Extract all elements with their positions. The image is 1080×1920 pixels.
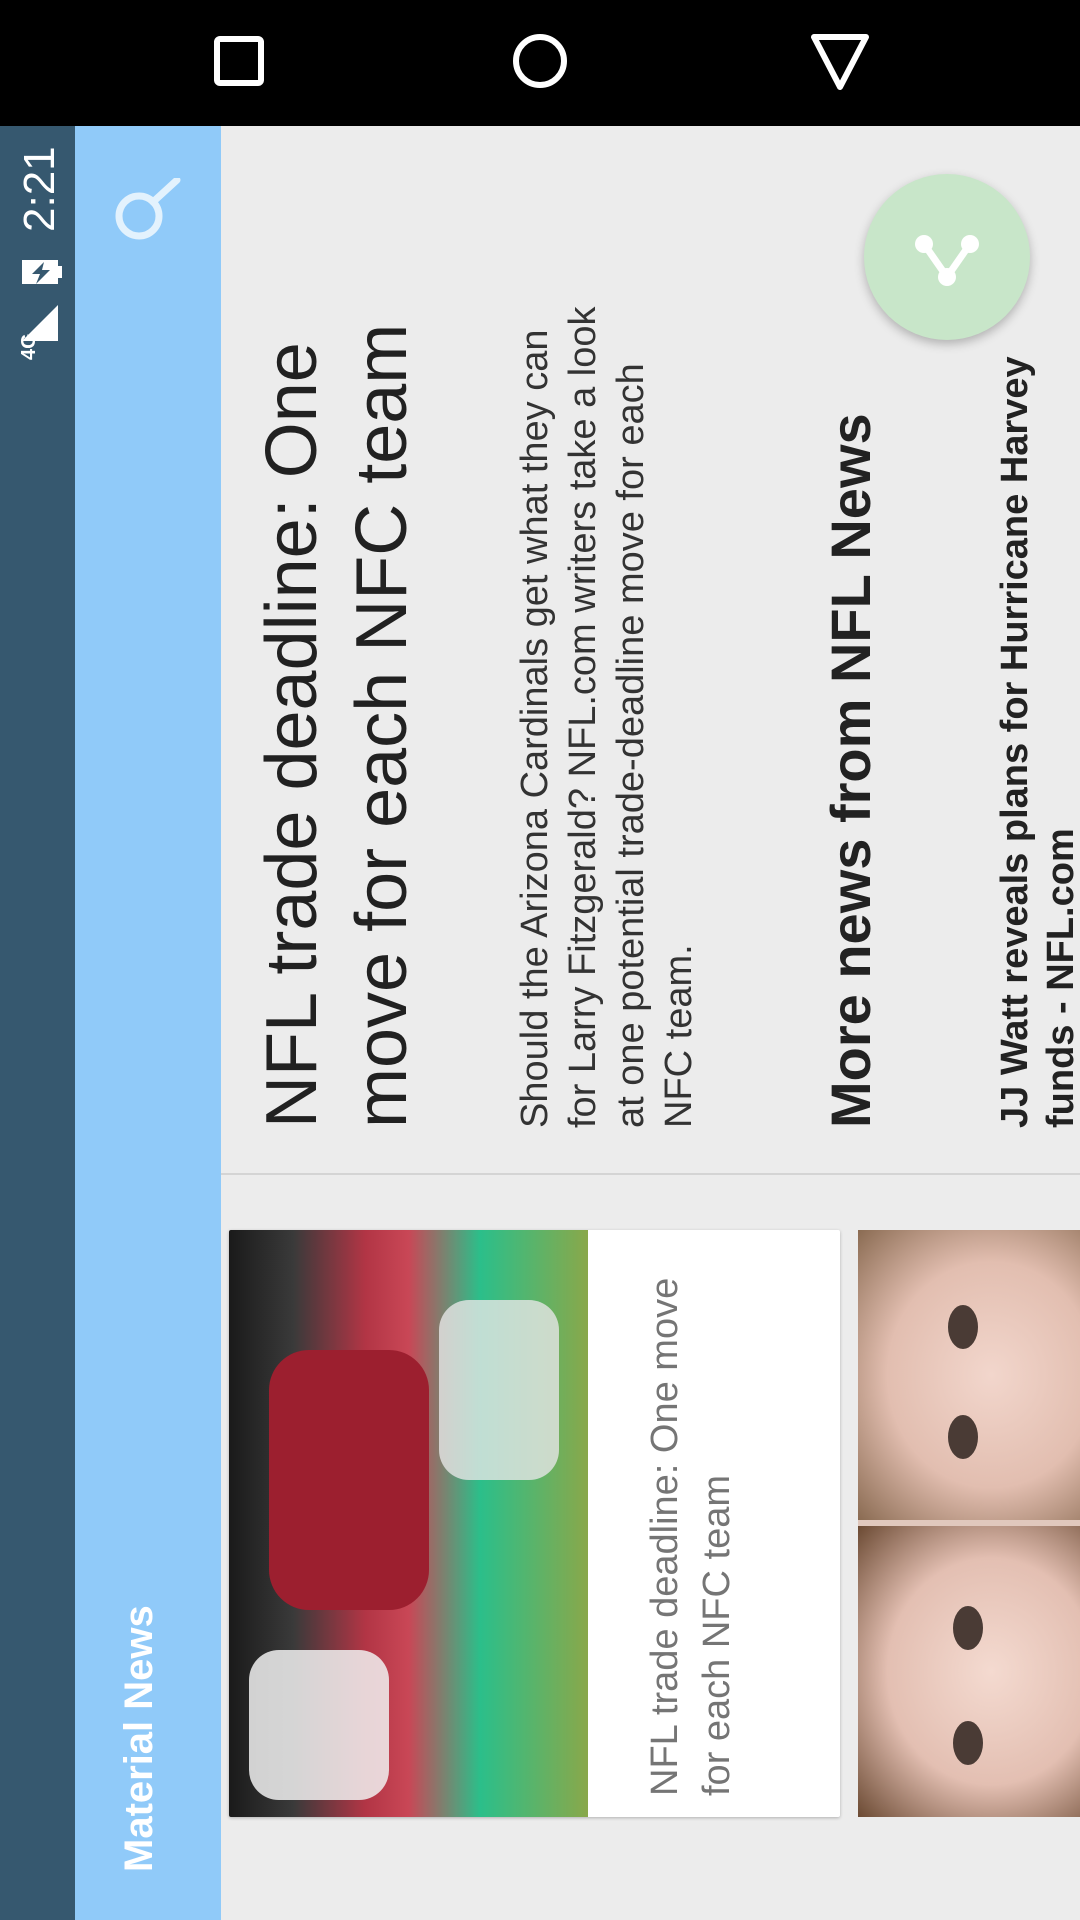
more-news-heading: More news from NFL News	[819, 413, 882, 1128]
triangle-back-icon	[811, 34, 869, 90]
news-card-image-faces[interactable]	[858, 1230, 1080, 1817]
news-card[interactable]: NFL trade deadline: One move for each NF…	[229, 1230, 840, 1817]
card-image-football	[229, 1230, 588, 1817]
article-summary: Should the Arizona Cardinals get what th…	[514, 306, 700, 1129]
share-icon	[915, 235, 979, 286]
card-caption: NFL trade deadline: One move for each NF…	[644, 1277, 738, 1796]
back-button[interactable]	[804, 25, 876, 97]
network-type: 4G	[18, 333, 40, 360]
square-icon	[214, 36, 264, 86]
app-bar: Material News	[75, 0, 221, 1920]
app-title: Material News	[117, 1605, 161, 1872]
home-button[interactable]	[504, 25, 576, 97]
divider	[221, 1173, 1080, 1175]
share-button[interactable]	[864, 174, 1030, 340]
circle-icon	[513, 34, 567, 88]
search-icon[interactable]	[109, 176, 189, 258]
status-time: 2:21	[15, 146, 64, 232]
screen: 2:21 4G Material News NFL trade deadline…	[0, 0, 1080, 1920]
battery-charging-icon	[22, 252, 62, 292]
status-bar: 2:21 4G	[0, 0, 75, 1920]
more-news-item[interactable]: JJ Watt reveals plans for Hurricane Harv…	[992, 356, 1080, 1128]
recent-apps-button[interactable]	[203, 25, 275, 97]
navigation-bar	[0, 0, 1080, 126]
article-headline: NFL trade deadline: One move for each NF…	[252, 323, 422, 1128]
